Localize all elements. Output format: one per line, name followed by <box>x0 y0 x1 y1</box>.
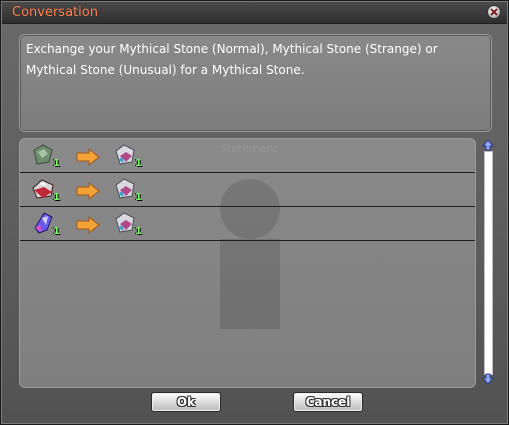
exchange-row[interactable]: 1 1 <box>20 173 475 207</box>
arrow-right-icon <box>76 148 100 166</box>
exchange-list: Statement 1 1 1 1 1 1 <box>19 138 476 388</box>
mythical-stone-icon[interactable]: 1 <box>112 142 142 170</box>
scroll-up-arrow-icon[interactable] <box>482 139 494 151</box>
list-scrollbar[interactable] <box>482 139 494 385</box>
close-icon[interactable] <box>487 5 501 19</box>
item-quantity: 1 <box>135 192 142 203</box>
arrow-right-icon <box>76 216 100 234</box>
item-quantity: 1 <box>53 192 60 203</box>
item-quantity: 1 <box>135 226 142 237</box>
mythical-stone-icon[interactable]: 1 <box>112 210 142 238</box>
window-title: Conversation <box>12 5 98 20</box>
mythical-stone-strange-icon[interactable]: 1 <box>30 176 60 204</box>
exchange-row[interactable]: 1 1 <box>20 207 475 241</box>
message-panel: Exchange your Mythical Stone (Normal), M… <box>19 34 492 132</box>
exchange-row[interactable]: 1 1 <box>20 139 475 173</box>
title-bar[interactable]: Conversation <box>2 2 507 24</box>
item-quantity: 1 <box>53 158 60 169</box>
ok-button[interactable]: Ok <box>151 392 221 412</box>
mythical-stone-unusual-icon[interactable]: 1 <box>30 210 60 238</box>
mythical-stone-icon[interactable]: 1 <box>112 176 142 204</box>
scroll-track[interactable] <box>484 151 493 375</box>
scroll-down-arrow-icon[interactable] <box>482 373 494 385</box>
item-quantity: 1 <box>135 158 142 169</box>
item-quantity: 1 <box>53 226 60 237</box>
cancel-button[interactable]: Cancel <box>293 392 363 412</box>
message-text: Exchange your Mythical Stone (Normal), M… <box>26 42 438 77</box>
conversation-window: Conversation Exchange your Mythical Ston… <box>0 0 509 425</box>
arrow-right-icon <box>76 182 100 200</box>
mythical-stone-normal-icon[interactable]: 1 <box>30 142 60 170</box>
